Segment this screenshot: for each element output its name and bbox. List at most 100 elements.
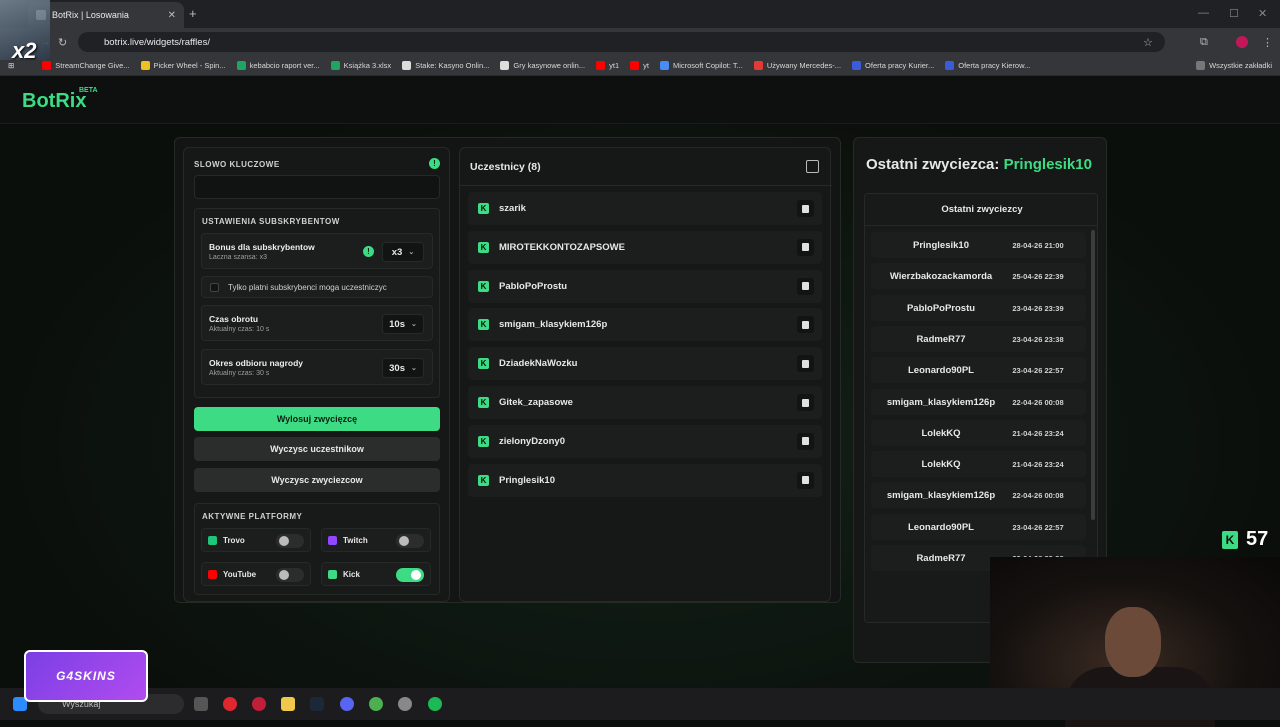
bookmark-item[interactable]: Stake: Kasyno Onlin...	[402, 61, 489, 70]
menu-icon[interactable]: ⋮	[1262, 36, 1273, 49]
url-field[interactable]: botrix.live/widgets/raffles/	[78, 32, 1165, 52]
delete-icon[interactable]	[797, 238, 814, 256]
platform-kick: Kick	[321, 562, 431, 586]
bookmark-item[interactable]: yt1	[596, 61, 619, 70]
claim-subtitle: Aktualny czas: 30 s	[209, 370, 270, 377]
bookmark-item[interactable]: yt	[630, 61, 649, 70]
winner-name: LolekKQ	[921, 427, 961, 439]
folder-icon[interactable]	[281, 697, 295, 711]
close-tab-icon[interactable]: ✕	[168, 10, 176, 21]
delete-icon[interactable]	[797, 432, 814, 450]
delete-icon[interactable]	[797, 277, 814, 295]
maximize-icon[interactable]: ☐	[1229, 7, 1239, 20]
discord-icon[interactable]	[340, 697, 354, 711]
url-text: botrix.live/widgets/raffles/	[104, 36, 210, 48]
clear-participants-button[interactable]: Wyczysc uczestnikow	[194, 437, 440, 461]
bonus-title: Bonus dla subskrybentow	[209, 242, 315, 252]
extensions-icon[interactable]: ⧉	[1200, 36, 1208, 49]
delete-icon[interactable]	[797, 471, 814, 489]
participant-name: PabloPoProstu	[499, 280, 568, 292]
draw-winner-button[interactable]: Wylosuj zwycięzcę	[194, 407, 440, 431]
winner-row: Leonardo90PL 23-04-26 22:57	[871, 357, 1086, 384]
bonus-dropdown[interactable]: x3 ⌄	[382, 242, 424, 262]
clear-winners-button[interactable]: Wyczysc zwyciezcow	[194, 468, 440, 492]
paid-only-label: Tylko platni subskrybenci moga uczestnic…	[228, 283, 387, 292]
spotify-icon[interactable]	[428, 697, 442, 711]
participant-name: zielonyDzony0	[499, 435, 565, 447]
bookmark-item[interactable]: Oferta pracy Kurier...	[852, 61, 934, 70]
last-winner-name: Pringlesik10	[1003, 156, 1092, 173]
new-tab-icon[interactable]: +	[189, 6, 197, 21]
kick-icon: K	[478, 358, 489, 370]
winner-name: Leonardo90PL	[908, 365, 974, 377]
winner-row: smigam_klasykiem126p 22-04-26 00:08	[871, 388, 1086, 415]
winner-date: 21-04-26 23:24	[1012, 428, 1064, 438]
delete-icon[interactable]	[797, 355, 814, 373]
participant-row: K DziadekNaWozku	[468, 347, 822, 381]
bookmark-item[interactable]: StreamChange Give...	[42, 61, 130, 70]
taskbar: Wyszukaj	[0, 688, 1280, 720]
spin-dropdown[interactable]: 10s ⌄	[382, 314, 424, 334]
delete-icon[interactable]	[797, 394, 814, 411]
opera-gx-icon[interactable]	[252, 697, 266, 711]
bookmark-item[interactable]: Używany Mercedes-...	[753, 61, 841, 70]
winner-row: Pringlesik10 28-04-26 21:00	[871, 232, 1086, 258]
bookmark-item[interactable]: Oferta pracy Kierow...	[945, 61, 1030, 70]
participant-name: Pringlesik10	[499, 474, 555, 486]
subscriber-settings: USTAWIENIA SUBSKRYBENTOW Bonus dla subsk…	[194, 208, 440, 398]
participant-row: KzielonyDzony0	[468, 424, 822, 458]
paid-only-row[interactable]: Tylko platni subskrybenci moga uczestnic…	[201, 276, 433, 298]
steam-icon[interactable]	[310, 697, 324, 711]
winner-row: Leonardo90PL 23-04-26 22:57	[871, 513, 1086, 540]
participant-name: smigam_klasykiem126p	[499, 319, 608, 331]
bookmark-item[interactable]: Microsoft Copilot: T...	[659, 61, 743, 70]
kick-icon: K	[478, 241, 489, 253]
participants-panel: Uczestnicy (8) Kszarik K MIROTEKKONTOZAPSO…	[459, 147, 832, 602]
claim-dropdown[interactable]: 30s ⌄	[382, 358, 424, 378]
bookmark-item[interactable]: kebabcio raport ver...	[236, 61, 320, 70]
trovo-toggle[interactable]	[276, 534, 304, 548]
chevron-down-icon: ⌄	[408, 249, 415, 256]
g4skins-logo: G4SKINS	[24, 650, 148, 702]
all-bookmarks[interactable]: Wszystkie zakładki	[1196, 61, 1272, 70]
youtube-toggle[interactable]	[276, 568, 304, 582]
opera-icon[interactable]	[223, 697, 237, 711]
winner-name: Pringlesik10	[913, 240, 969, 251]
delete-icon[interactable]	[797, 200, 814, 217]
bookmark-item[interactable]: Gry kasynowe onlin...	[500, 61, 585, 70]
site-header: BotRix BETA	[0, 76, 1280, 124]
profile-avatar[interactable]	[1236, 36, 1248, 48]
obs-icon[interactable]	[398, 697, 412, 711]
bookmark-item[interactable]: Picker Wheel - Spin...	[140, 61, 226, 70]
kick-logo-icon: K	[1222, 530, 1238, 549]
winner-row: LolekKQ 21-04-26 23:24	[871, 451, 1086, 478]
participant-name: MIROTEKKONTOZAPSOWE	[499, 241, 625, 253]
bookmark-item[interactable]: Książka 3.xlsx	[330, 61, 391, 70]
bookmark-star-icon[interactable]: ☆	[1143, 36, 1153, 49]
twitch-toggle[interactable]	[396, 534, 424, 548]
info-icon[interactable]: !	[429, 158, 440, 169]
delete-icon[interactable]	[797, 316, 814, 334]
minimize-icon[interactable]: —	[1198, 7, 1209, 19]
reload-icon[interactable]: ↻	[58, 36, 67, 49]
scrollbar[interactable]	[1091, 230, 1095, 520]
kick-toggle[interactable]	[396, 568, 424, 582]
winner-name: smigam_klasykiem126p	[886, 490, 996, 502]
platform-youtube: YouTube	[201, 562, 311, 586]
chrome-icon[interactable]	[369, 697, 383, 711]
paid-only-checkbox[interactable]	[210, 283, 219, 292]
twitch-icon	[328, 535, 337, 545]
claim-title: Okres odbioru nagrody	[209, 358, 303, 368]
bonus-info-icon[interactable]: !	[363, 246, 374, 257]
task-view-icon[interactable]	[194, 697, 208, 711]
copy-icon[interactable]	[806, 160, 819, 173]
keyword-input[interactable]	[194, 175, 440, 199]
botrix-logo[interactable]: BotRix	[22, 90, 86, 113]
beta-badge: BETA	[79, 87, 98, 94]
bonus-row: Bonus dla subskrybentow Laczna szansa: x…	[201, 233, 433, 269]
browser-tab[interactable]: BotRix | Losowania ✕	[28, 2, 184, 28]
participant-name: Gitek_zapasowe	[499, 397, 573, 408]
participant-row: K PabloPoProstu	[468, 269, 822, 303]
browser-tab-strip: BotRix | Losowania ✕ + — ☐ ✕	[0, 0, 1280, 28]
close-window-icon[interactable]: ✕	[1258, 7, 1267, 20]
